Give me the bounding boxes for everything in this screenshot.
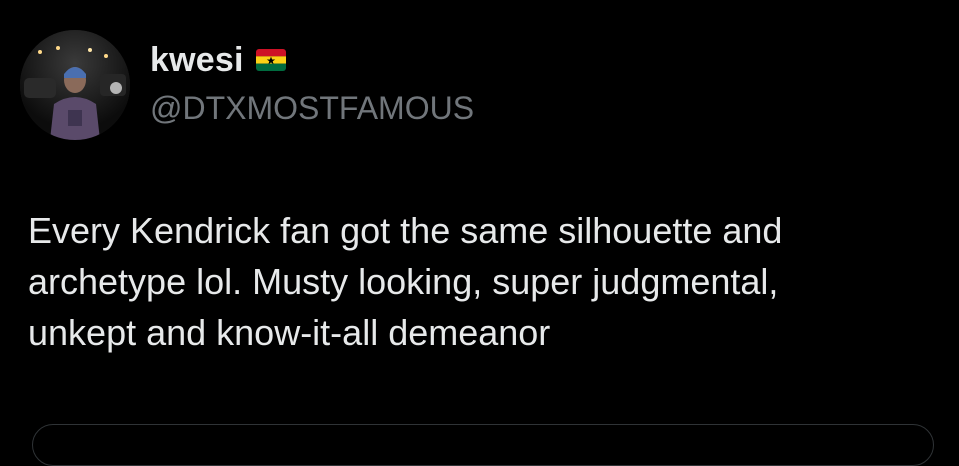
avatar-photo [20,30,130,140]
author-avatar[interactable] [20,30,130,140]
ghana-flag-icon [255,49,286,71]
quote-card[interactable] [32,424,934,466]
tweet-text: Every Kendrick fan got the same silhouet… [28,210,783,353]
tweet-card: kwesi @DTXMOSTFAMOUS Every Kendrick fan … [0,0,959,466]
author-handle[interactable]: @DTXMOSTFAMOUS [150,90,474,127]
name-row: kwesi [150,40,474,80]
author-info: kwesi @DTXMOSTFAMOUS [150,40,474,127]
author-display-name[interactable]: kwesi [150,41,244,80]
